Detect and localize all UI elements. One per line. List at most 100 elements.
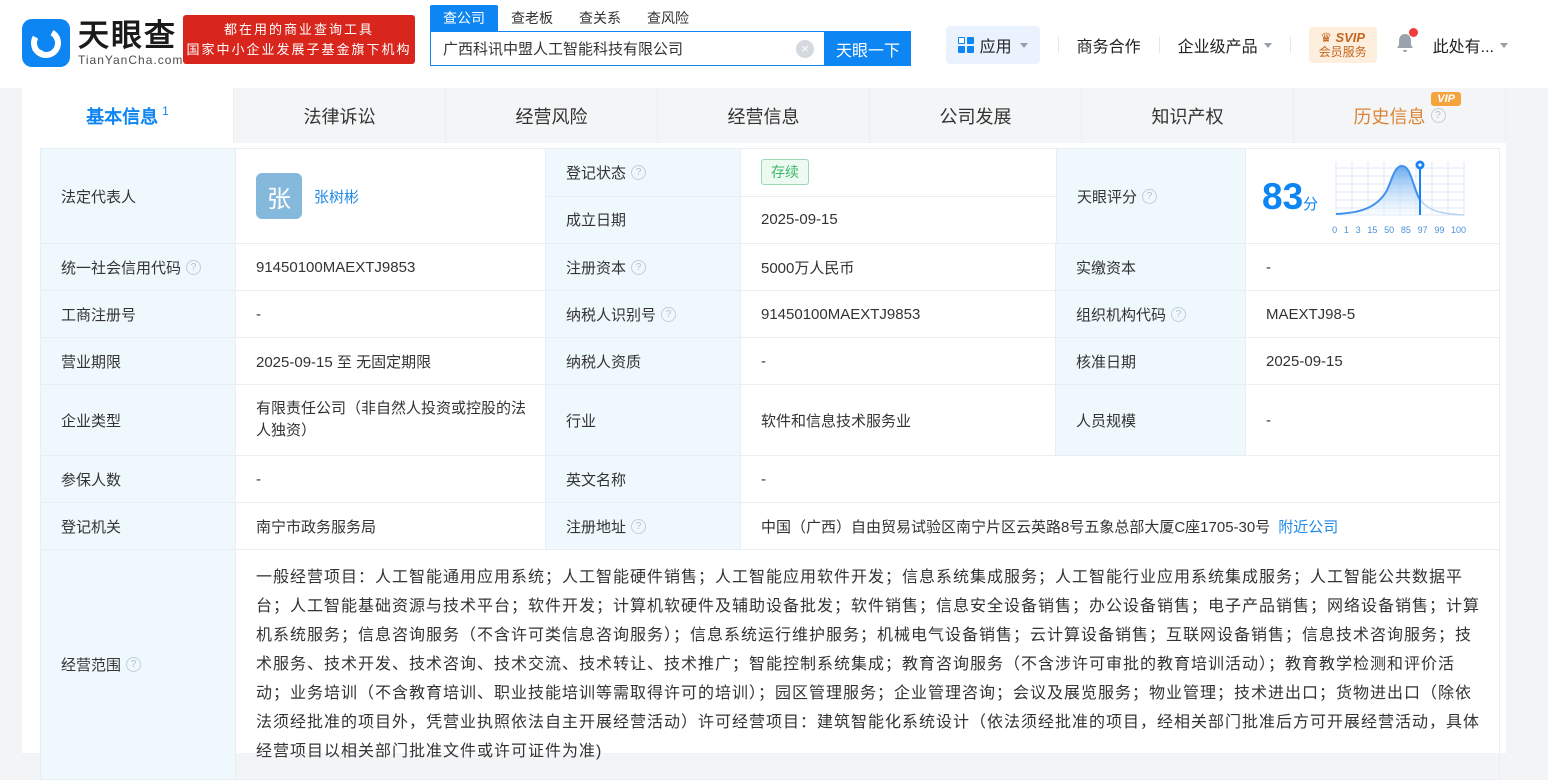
company-type-value: 有限责任公司（非自然人投资或控股的法人独资） [236, 385, 546, 455]
nav-business-cooperation[interactable]: 商务合作 [1077, 33, 1141, 57]
help-icon[interactable]: ? [661, 306, 677, 322]
apps-label: 应用 [979, 39, 1012, 56]
taxpayer-id-label: 纳税人识别号 [566, 306, 657, 324]
brand-name: 天眼查 [78, 17, 177, 53]
chevron-down-icon [1019, 42, 1028, 48]
search-area: 查公司 查老板 查关系 查风险 × 天眼一下 [430, 5, 911, 66]
tab-company-development[interactable]: 公司发展 [870, 88, 1082, 143]
reg-capital-label: 注册资本 [566, 259, 627, 277]
avatar[interactable]: 张 [256, 173, 302, 219]
reg-capital-value: 5000万人民币 [741, 244, 1056, 290]
score-number-block: 83分 [1262, 178, 1318, 215]
legal-rep-link[interactable]: 张树彬 [314, 186, 359, 207]
score-curve-svg [1335, 160, 1465, 216]
search-input-wrap: × [430, 31, 825, 66]
slogan-line2: 国家中小企业发展子基金旗下机构 [186, 41, 412, 57]
help-icon[interactable]: ? [631, 518, 647, 534]
notification-bell-icon[interactable] [1395, 27, 1418, 59]
address-label-cell: 注册地址 ? [546, 503, 741, 549]
brand-domain: TianYanCha.com [78, 52, 184, 67]
tab-operation-risk[interactable]: 经营风险 [446, 88, 658, 143]
address-cell: 中国（广西）自由贸易试验区南宁片区云英路8号五象总部大厦C座1705-30号 附… [741, 503, 1499, 549]
company-type-label: 企业类型 [41, 385, 236, 455]
legal-rep-label: 法定代表人 [41, 149, 236, 243]
search-tab-relation[interactable]: 查关系 [566, 5, 634, 31]
uscc-value: 91450100MAEXTJ9853 [236, 244, 546, 290]
table-subrow: 登记状态 ? 存续 [546, 149, 1056, 197]
scope-value: 一般经营项目：人工智能通用应用系统；人工智能硬件销售；人工智能应用软件开发；信息… [256, 569, 1481, 760]
help-icon[interactable]: ? [631, 259, 647, 275]
tab-legal-proceedings[interactable]: 法律诉讼 [234, 88, 446, 143]
tab-basic-info[interactable]: 基本信息 1 [22, 88, 234, 143]
score-axis-ticks: 0 1 3 15 50 85 97 99 100 [1332, 224, 1467, 235]
legal-rep-cell: 张 张树彬 [236, 149, 546, 243]
paid-capital-label: 实缴资本 [1056, 244, 1246, 290]
help-icon[interactable]: ? [1430, 108, 1446, 123]
user-menu-label: 此处有... [1432, 39, 1494, 56]
staff-size-value: - [1266, 411, 1271, 429]
user-menu[interactable]: 此处有... [1433, 33, 1508, 57]
address-value: 中国（广西）自由贸易试验区南宁片区云英路8号五象总部大厦C座1705-30号 [761, 518, 1271, 536]
tianyancha-swirl-icon [22, 19, 70, 67]
org-code-label: 组织机构代码 [1076, 306, 1167, 324]
tab-basic-info-label: 基本信息 [86, 106, 159, 127]
industry-value: 软件和信息技术服务业 [741, 385, 1056, 455]
score-cell[interactable]: 83分 0 1 3 15 50 85 97 99 100 [1246, 149, 1501, 243]
address-label: 注册地址 [566, 518, 627, 536]
reg-number-label: 工商注册号 [41, 291, 236, 337]
tab-history-info-label: 历史信息 [1353, 106, 1426, 127]
slogan-line1: 都在用的商业查询工具 [223, 21, 374, 37]
score-unit: 分 [1303, 195, 1319, 213]
tab-history-info[interactable]: VIP 历史信息 ? [1294, 88, 1506, 143]
search-tab-risk[interactable]: 查风险 [634, 5, 702, 31]
insured-value: - [236, 456, 546, 502]
table-row: 统一社会信用代码 ? 91450100MAEXTJ9853 注册资本 ? 500… [41, 244, 1499, 291]
logo-text: 天眼查 TianYanCha.com [78, 17, 184, 67]
apps-grid-icon [957, 37, 974, 53]
search-input[interactable] [431, 32, 824, 65]
search-tab-company[interactable]: 查公司 [430, 5, 498, 31]
help-icon[interactable]: ? [186, 259, 202, 275]
help-icon[interactable]: ? [126, 657, 142, 672]
paid-capital-value: - [1266, 258, 1271, 276]
taxpayer-qual-label: 纳税人资质 [546, 338, 741, 384]
basic-info-table: 法定代表人 张 张树彬 登记状态 ? 存续 成立日期 2025-09-15 天眼… [40, 148, 1500, 780]
tab-operation-info[interactable]: 经营信息 [658, 88, 870, 143]
nav-enterprise-products[interactable]: 企业级产品 [1178, 33, 1272, 57]
tianyancha-logo[interactable]: 天眼查 TianYanCha.com [22, 19, 183, 67]
clear-search-icon[interactable]: × [796, 40, 814, 58]
reg-authority-value: 南宁市政务服务局 [236, 503, 546, 549]
svip-label: ♛ SVIP [1320, 30, 1366, 45]
brand-slogan-banner: 都在用的商业查询工具 国家中小企业发展子基金旗下机构 [183, 15, 415, 64]
enterprise-label: 企业级产品 [1177, 39, 1258, 56]
reg-number-value: - [236, 291, 546, 337]
help-icon[interactable]: ? [1171, 306, 1187, 322]
help-icon[interactable]: ? [1142, 188, 1158, 204]
table-row: 登记机关 南宁市政务服务局 注册地址 ? 中国（广西）自由贸易试验区南宁片区云英… [41, 503, 1499, 550]
table-row: 参保人数 - 英文名称 - [41, 456, 1499, 503]
reg-authority-label: 登记机关 [41, 503, 236, 549]
org-code-label-cell: 组织机构代码 ? [1056, 291, 1246, 337]
tab-intellectual-property[interactable]: 知识产权 [1082, 88, 1294, 143]
status-date-stack: 登记状态 ? 存续 成立日期 2025-09-15 [546, 149, 1056, 243]
english-name-label: 英文名称 [546, 456, 741, 502]
svip-membership-button[interactable]: ♛ SVIP 会员服务 [1308, 27, 1377, 63]
vip-badge: VIP [1431, 92, 1461, 106]
section-tabbar: 基本信息 1 法律诉讼 经营风险 经营信息 公司发展 知识产权 VIP 历史信息… [22, 88, 1506, 143]
tab-basic-info-count: 1 [162, 103, 169, 118]
apps-menu-button[interactable]: 应用 [945, 26, 1040, 64]
approval-date-label: 核准日期 [1056, 338, 1246, 384]
taxpayer-qual-value: - [741, 338, 1056, 384]
reg-status-cell: 存续 [741, 149, 1056, 196]
scope-label-cell: 经营范围 ? [41, 550, 236, 779]
help-icon[interactable]: ? [631, 164, 647, 180]
biz-term-value: 2025-09-15 至 无固定期限 [236, 338, 546, 384]
search-tab-boss[interactable]: 查老板 [498, 5, 566, 31]
divider [1158, 37, 1160, 53]
table-row: 经营范围 ? 一般经营项目：人工智能通用应用系统；人工智能硬件销售；人工智能应用… [41, 550, 1499, 779]
crown-icon: ♛ [1320, 30, 1332, 45]
nearby-companies-link[interactable]: 附近公司 [1278, 516, 1338, 537]
search-button[interactable]: 天眼一下 [825, 31, 911, 66]
table-row: 工商注册号 - 纳税人识别号 ? 91450100MAEXTJ9853 组织机构… [41, 291, 1499, 338]
insured-label: 参保人数 [41, 456, 236, 502]
